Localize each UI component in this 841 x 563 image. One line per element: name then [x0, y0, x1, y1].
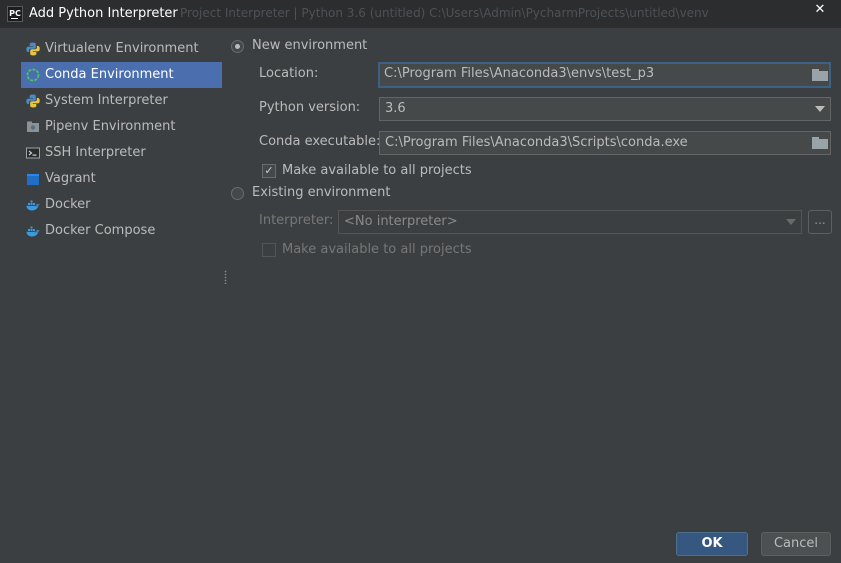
sidebar-item-label: Conda Environment: [45, 67, 174, 82]
browse-folder-icon[interactable]: [812, 137, 828, 149]
sidebar-item-label: SSH Interpreter: [45, 145, 146, 160]
sidebar-item-label: Docker: [45, 197, 91, 212]
python-version-dropdown[interactable]: 3.6: [379, 97, 831, 121]
location-label: Location:: [259, 66, 319, 81]
cancel-button[interactable]: Cancel: [761, 532, 831, 556]
sidebar-item-label: System Interpreter: [45, 93, 168, 108]
sidebar-item-ssh[interactable]: SSH Interpreter: [21, 140, 222, 166]
make-available-label: Make available to all projects: [282, 163, 472, 178]
conda-executable-value: C:\Program Files\Anaconda3\Scripts\conda…: [385, 135, 688, 150]
make-available-checkbox-disabled[interactable]: [262, 243, 276, 257]
pipenv-icon: [27, 121, 39, 132]
sidebar-item-label: Vagrant: [45, 171, 96, 186]
interpreter-label: Interpreter:: [259, 213, 334, 228]
conda-executable-label: Conda executable:: [259, 134, 381, 149]
ok-button[interactable]: OK: [676, 532, 748, 556]
sidebar-item-conda[interactable]: Conda Environment: [21, 62, 222, 88]
interpreter-dropdown[interactable]: <No interpreter>: [338, 210, 802, 234]
title-bar: PC Add Python Interpreter Project Interp…: [0, 0, 841, 28]
sidebar-item-label: Docker Compose: [45, 223, 156, 238]
terminal-icon: [26, 147, 40, 159]
browse-folder-icon[interactable]: [812, 69, 828, 81]
close-button[interactable]: ✕: [799, 0, 841, 20]
sidebar-item-label: Virtualenv Environment: [45, 41, 199, 56]
sidebar-item-virtualenv[interactable]: Virtualenv Environment: [21, 36, 222, 62]
chevron-down-icon[interactable]: [786, 219, 796, 225]
make-available-label-disabled: Make available to all projects: [282, 242, 472, 257]
pycharm-app-icon: PC: [7, 6, 23, 22]
window-title: Add Python Interpreter: [29, 6, 178, 21]
browse-interpreter-button[interactable]: ...: [808, 210, 832, 234]
docker-icon: [26, 226, 40, 237]
make-available-checkbox[interactable]: ✓: [262, 164, 276, 178]
interpreter-value: <No interpreter>: [344, 214, 458, 229]
sidebar-item-docker-compose[interactable]: Docker Compose: [21, 218, 222, 244]
chevron-down-icon[interactable]: [815, 106, 825, 112]
conda-icon: [26, 68, 40, 82]
location-input[interactable]: C:\Program Files\Anaconda3\envs\test_p3: [378, 62, 831, 88]
panel-splitter-handle[interactable]: [224, 270, 227, 284]
conda-executable-input[interactable]: C:\Program Files\Anaconda3\Scripts\conda…: [379, 131, 831, 155]
vagrant-icon: [27, 174, 39, 185]
sidebar-item-vagrant[interactable]: Vagrant: [21, 166, 222, 192]
location-value: C:\Program Files\Anaconda3\envs\test_p3: [384, 66, 655, 81]
new-environment-radio[interactable]: [231, 40, 244, 53]
sidebar-item-docker[interactable]: Docker: [21, 192, 222, 218]
python-icon: [26, 42, 40, 56]
existing-environment-label: Existing environment: [252, 185, 391, 200]
new-environment-label: New environment: [252, 38, 368, 53]
python-version-label: Python version:: [259, 100, 361, 115]
interpreter-type-list: Virtualenv Environment Conda Environment…: [21, 36, 222, 244]
python-icon: [26, 94, 40, 108]
sidebar-item-system-interpreter[interactable]: System Interpreter: [21, 88, 222, 114]
existing-environment-radio[interactable]: [231, 187, 244, 200]
sidebar-item-label: Pipenv Environment: [45, 119, 176, 134]
docker-icon: [26, 200, 40, 211]
background-window-text: Project Interpreter | Python 3.6 (untitl…: [180, 6, 709, 20]
sidebar-item-pipenv[interactable]: Pipenv Environment: [21, 114, 222, 140]
python-version-value: 3.6: [385, 101, 406, 116]
